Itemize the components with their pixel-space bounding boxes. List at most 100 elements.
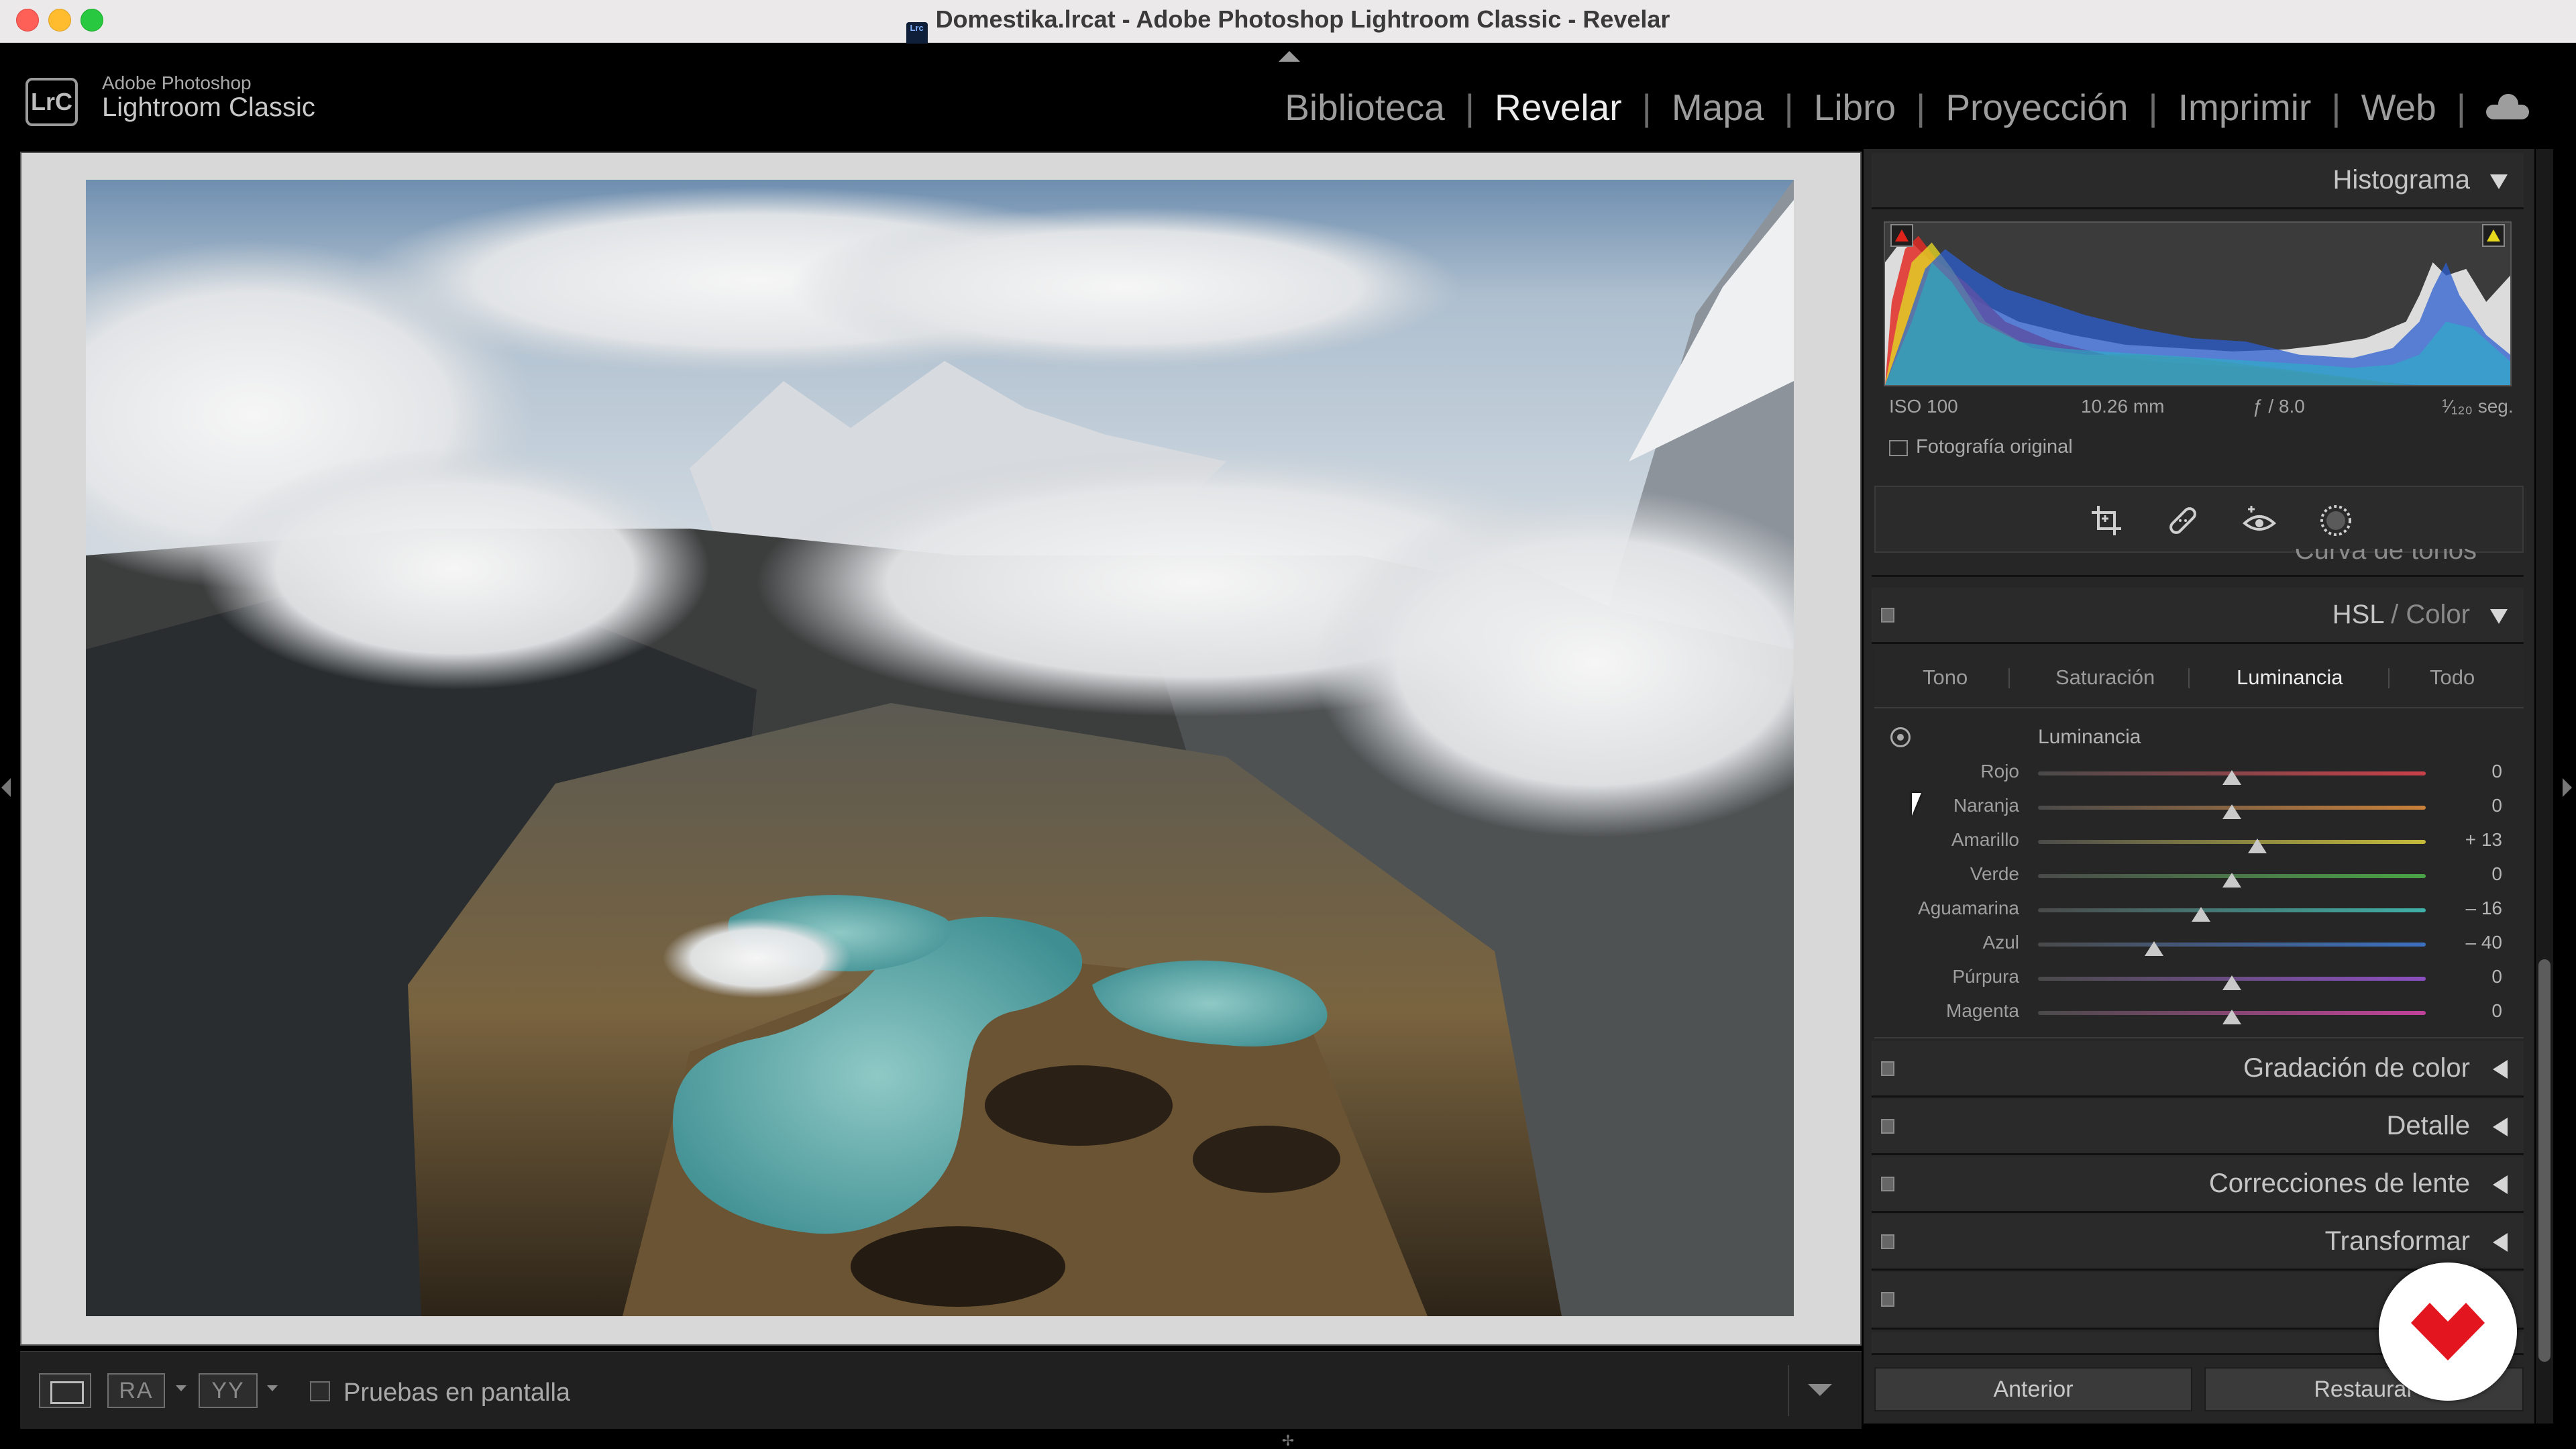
toolbar-content-menu-icon[interactable] <box>1788 1365 1848 1416</box>
histogram-title: Histograma <box>2332 165 2470 195</box>
module-libro[interactable]: Libro <box>1794 86 1916 129</box>
slider-thumb-naranja[interactable] <box>2222 804 2241 819</box>
panel-header-transformar[interactable]: Transformar <box>1872 1214 2524 1271</box>
domestika-heart-icon <box>2411 1303 2485 1360</box>
left-panel-toggle-icon[interactable] <box>1 778 11 797</box>
panel-header-detalle[interactable]: Detalle <box>1872 1099 2524 1155</box>
hsl-tab-saturacion[interactable]: Saturación <box>2055 665 2155 690</box>
slider-track-azul[interactable] <box>2038 943 2426 947</box>
expand-triangle-icon[interactable] <box>2493 1175 2508 1194</box>
slider-thumb-aguamarina[interactable] <box>2191 907 2210 922</box>
crop-icon[interactable] <box>2089 503 2124 538</box>
tone-curve-panel-peek[interactable]: Curva de tonos <box>1872 549 2524 577</box>
hsl-tab-tono[interactable]: Tono <box>1923 665 1968 690</box>
before-after-split-button[interactable]: YY <box>199 1373 258 1408</box>
module-separator: | <box>1464 87 1475 128</box>
lrc-logo: LrC <box>25 78 78 126</box>
panel-switch-transformar[interactable] <box>1881 1234 1894 1249</box>
module-proyeccion[interactable]: Proyección <box>1925 86 2148 129</box>
soft-proofing-checkbox[interactable] <box>310 1381 330 1401</box>
slider-track-aguamarina[interactable] <box>2038 908 2426 912</box>
hsl-panel-header[interactable]: HSL / Color <box>1872 588 2524 644</box>
panel-switch-next[interactable] <box>1881 1292 1894 1307</box>
slider-label-magenta: Magenta <box>1946 1000 2019 1021</box>
module-separator: | <box>1642 87 1652 128</box>
exif-iso: ISO 100 <box>1889 396 1958 417</box>
slider-thumb-magenta[interactable] <box>2222 1010 2241 1024</box>
module-biblioteca[interactable]: Biblioteca <box>1265 86 1464 129</box>
hsl-panel-title: HSL / Color <box>2332 600 2470 630</box>
slider-thumb-purpura[interactable] <box>2222 975 2241 990</box>
slider-value-magenta[interactable]: 0 <box>2408 1000 2502 1022</box>
before-after-button[interactable]: RA <box>107 1373 165 1408</box>
hsl-title-color[interactable]: Color <box>2406 600 2470 629</box>
original-photo-label: Fotografía original <box>1916 436 2073 458</box>
slider-value-verde[interactable]: 0 <box>2408 863 2502 885</box>
slider-value-rojo[interactable]: 0 <box>2408 761 2502 782</box>
slider-label-naranja: Naranja <box>1953 795 2019 816</box>
collapse-top-panel-arrow[interactable] <box>1279 51 1300 62</box>
targeted-adjustment-icon[interactable] <box>1890 727 1911 747</box>
slider-thumb-verde[interactable] <box>2222 873 2241 888</box>
expand-triangle-icon[interactable] <box>2493 1233 2508 1252</box>
exif-aperture: ƒ / 8.0 <box>2253 396 2305 417</box>
highlight-clipping-icon[interactable] <box>2482 224 2505 247</box>
photo-preview[interactable] <box>86 180 1794 1316</box>
collapse-triangle-icon[interactable] <box>2490 174 2508 189</box>
red-eye-icon[interactable] <box>2242 503 2277 538</box>
hsl-tab-todo[interactable]: Todo <box>2430 665 2475 690</box>
previous-button[interactable]: Anterior <box>1874 1367 2192 1411</box>
panel-switch-correcciones-de-lente[interactable] <box>1881 1177 1894 1191</box>
slider-label-azul: Azul <box>1982 932 2019 953</box>
brand-title: Lightroom Classic <box>102 93 315 122</box>
histogram-graph[interactable] <box>1884 221 2512 386</box>
mouse-cursor-icon <box>1912 793 1921 816</box>
hsl-title-separator: / <box>2383 600 2406 629</box>
slider-value-aguamarina[interactable]: – 16 <box>2408 898 2503 919</box>
expand-triangle-icon[interactable] <box>2493 1060 2508 1079</box>
mask-icon[interactable] <box>2318 503 2353 538</box>
tone-curve-title: Curva de tonos <box>2294 549 2477 565</box>
collapse-filmstrip-icon[interactable]: ✢ <box>1279 1434 1297 1448</box>
slider-thumb-amarillo[interactable] <box>2247 839 2267 853</box>
panel-header-gradacion-de-color[interactable]: Gradación de color <box>1872 1041 2524 1097</box>
window-title-text: Domestika.lrcat - Adobe Photoshop Lightr… <box>935 5 1670 33</box>
luminance-section-title: Luminancia <box>2038 726 2141 748</box>
module-web[interactable]: Web <box>2341 86 2457 129</box>
module-separator: | <box>1784 87 1794 128</box>
slider-value-azul[interactable]: – 40 <box>2408 932 2503 953</box>
hsl-title-main[interactable]: HSL <box>2332 600 2383 629</box>
module-mapa[interactable]: Mapa <box>1652 86 1784 129</box>
module-picker: Biblioteca | Revelar | Mapa | Libro | Proyección… <box>1265 86 2529 129</box>
hsl-panel-switch[interactable] <box>1881 608 1894 623</box>
module-separator: | <box>2456 87 2466 128</box>
module-imprimir[interactable]: Imprimir <box>2158 86 2332 129</box>
loupe-view-button[interactable] <box>39 1373 91 1408</box>
module-revelar[interactable]: Revelar <box>1474 86 1642 129</box>
shadow-clipping-icon[interactable] <box>1890 224 1913 247</box>
cloud-icon[interactable] <box>2486 94 2529 119</box>
collapse-triangle-icon[interactable] <box>2490 609 2508 624</box>
panel-switch-detalle[interactable] <box>1881 1119 1894 1134</box>
right-panel-scroll-thumb[interactable] <box>2538 959 2551 1362</box>
healing-brush-icon[interactable] <box>2165 503 2200 538</box>
exif-focal-length: 10.26 mm <box>2081 396 2165 417</box>
right-panel-toggle-icon[interactable] <box>2563 778 2572 797</box>
split-view-caret-icon[interactable] <box>267 1385 278 1391</box>
hsl-tab-luminancia[interactable]: Luminancia <box>2237 665 2343 690</box>
slider-label-rojo: Rojo <box>1980 761 2019 782</box>
panel-switch-gradacion-de-color[interactable] <box>1881 1061 1894 1076</box>
original-photo-checkbox[interactable] <box>1889 440 1908 456</box>
panel-header-correcciones-de-lente[interactable]: Correcciones de lente <box>1872 1157 2524 1213</box>
slider-value-amarillo[interactable]: + 13 <box>2408 829 2502 851</box>
before-after-caret-icon[interactable] <box>176 1385 186 1391</box>
slider-thumb-azul[interactable] <box>2145 941 2164 956</box>
module-separator: | <box>2148 87 2158 128</box>
slider-thumb-rojo[interactable] <box>2222 770 2241 785</box>
slider-value-purpura[interactable]: 0 <box>2408 966 2502 987</box>
expand-triangle-icon[interactable] <box>2493 1118 2508 1136</box>
panel-title-gradacion-de-color: Gradación de color <box>2243 1053 2470 1083</box>
slider-value-naranja[interactable]: 0 <box>2408 795 2502 816</box>
histogram-panel-header[interactable]: Histograma <box>1872 153 2524 209</box>
slider-track-amarillo[interactable] <box>2038 840 2426 844</box>
